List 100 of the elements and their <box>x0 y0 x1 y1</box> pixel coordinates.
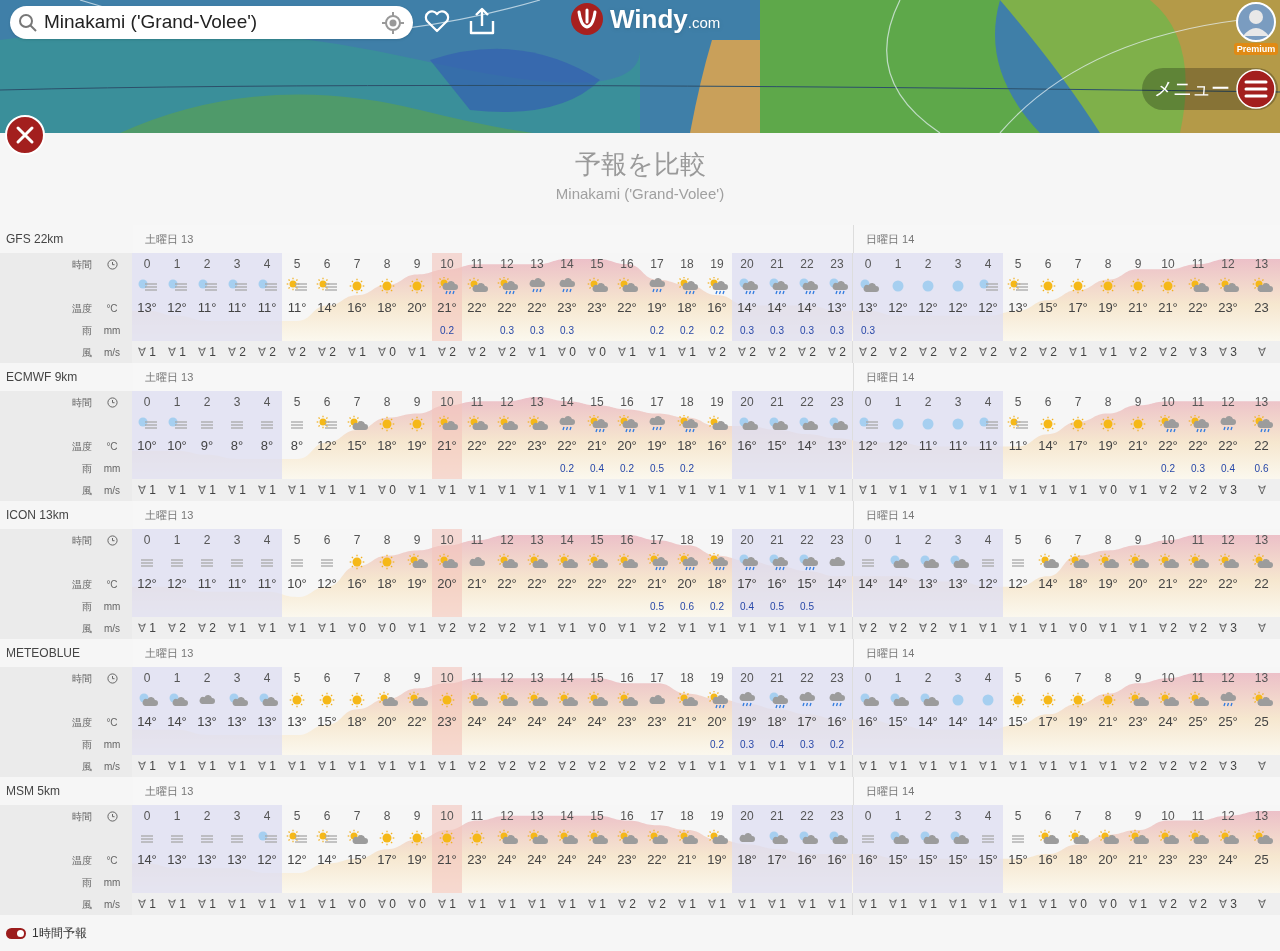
wind-speed: 1 <box>960 620 967 637</box>
hour-label: 23 <box>830 532 844 549</box>
wind-speed: 2 <box>930 620 937 637</box>
rain-amount: 0.2 <box>680 323 694 338</box>
unit-label: °C <box>106 853 118 868</box>
hour-label: 11 <box>1191 808 1205 825</box>
heart-icon[interactable] <box>424 10 450 34</box>
hour-label: 1 <box>173 256 181 273</box>
wind-arrow-icon <box>1069 347 1078 357</box>
wind-arrow-icon <box>859 761 868 771</box>
wind-arrow-icon <box>378 623 387 633</box>
temperature: 22° <box>527 575 547 594</box>
search-field[interactable]: Minakami ('Grand-Volee') <box>10 6 413 39</box>
hour-label: 7 <box>1074 808 1082 825</box>
unit-label: °C <box>106 439 118 454</box>
temperature: 16° <box>827 713 847 732</box>
row-label: 風 <box>82 483 92 498</box>
rain-amount: 0.3 <box>530 323 544 338</box>
wind-arrow-icon <box>378 347 387 357</box>
wind-speed: 1 <box>209 482 216 499</box>
wind-arrow-icon <box>258 623 267 633</box>
wind-arrow-icon <box>348 485 357 495</box>
share-icon[interactable] <box>468 6 496 36</box>
temperature: 22 <box>1254 437 1269 456</box>
wind-speed: 2 <box>1140 758 1147 775</box>
wind-arrow-icon <box>1189 899 1198 909</box>
sun-cloud-icon <box>496 691 518 709</box>
close-button[interactable] <box>5 115 45 155</box>
sun-cloud-icon <box>616 829 638 847</box>
row-label: 雨 <box>82 599 92 614</box>
wind-speed: 1 <box>1020 482 1027 499</box>
hourly-toggle[interactable] <box>6 927 26 939</box>
hour-label: 5 <box>1014 256 1022 273</box>
wind-speed: 1 <box>839 620 846 637</box>
temperature: 22° <box>617 299 637 318</box>
wind-speed: 2 <box>1140 344 1147 361</box>
temperature: 13° <box>137 299 157 318</box>
wind-speed: 1 <box>449 758 456 775</box>
temperature: 22° <box>407 713 427 732</box>
day-label: 日曜日 14 <box>866 231 915 247</box>
menu-button[interactable]: メニュー <box>1142 68 1278 110</box>
wind-speed: 1 <box>509 896 516 913</box>
temperature: 24° <box>587 851 607 870</box>
wind-speed: 1 <box>960 482 967 499</box>
day-label: 日曜日 14 <box>866 645 915 661</box>
wind-speed: 1 <box>419 482 426 499</box>
hour-label: 6 <box>323 532 331 549</box>
search-input[interactable]: Minakami ('Grand-Volee') <box>44 8 375 37</box>
day-label: 日曜日 14 <box>866 507 915 523</box>
wind-arrow-icon <box>228 623 237 633</box>
temperature: 24° <box>497 851 517 870</box>
temperature: 17° <box>767 851 787 870</box>
row-label: 時間 <box>72 671 92 686</box>
sun-cloud-icon <box>1157 553 1179 571</box>
wind-speed: 1 <box>299 482 306 499</box>
temperature: 14° <box>888 575 908 594</box>
avatar[interactable] <box>1236 2 1276 42</box>
wind-arrow-icon <box>318 485 327 495</box>
hour-label: 10 <box>1161 670 1175 687</box>
temperature: 23° <box>617 851 637 870</box>
temperature: 13° <box>197 713 217 732</box>
temperature: 20° <box>407 299 427 318</box>
wind-arrow-icon <box>438 347 447 357</box>
hour-label: 4 <box>263 808 271 825</box>
hour-label: 9 <box>413 256 421 273</box>
wind-speed: 0 <box>389 482 396 499</box>
hour-label: 1 <box>894 532 902 549</box>
hour-label: 1 <box>894 394 902 411</box>
unit-label: mm <box>103 461 121 476</box>
hour-label: 3 <box>233 532 241 549</box>
hour-label: 3 <box>954 808 962 825</box>
sun-cloud-icon <box>526 415 548 433</box>
wind-arrow-icon <box>708 761 717 771</box>
wind-speed: 1 <box>809 620 816 637</box>
wind-arrow-icon <box>558 761 567 771</box>
wind-arrow-icon <box>949 761 958 771</box>
hour-label: 12 <box>500 394 514 411</box>
sun-cloud-icon <box>1250 553 1273 571</box>
wind-speed: 1 <box>779 896 786 913</box>
locate-icon[interactable] <box>381 10 405 35</box>
temperature: 22° <box>467 437 487 456</box>
wind-speed: 2 <box>1200 896 1207 913</box>
sun-cloud-icon <box>1187 553 1209 571</box>
temperature: 12° <box>167 299 187 318</box>
wind-arrow-icon <box>648 623 657 633</box>
hour-label: 15 <box>590 394 604 411</box>
temperature: 16° <box>767 575 787 594</box>
wind-arrow-icon <box>288 761 297 771</box>
wind-speed: 1 <box>839 758 846 775</box>
wind-speed: 1 <box>419 758 426 775</box>
sun-cloud-icon <box>556 691 578 709</box>
sun-cloud-icon <box>526 553 548 571</box>
wind-speed: 1 <box>809 758 816 775</box>
wind-arrow-icon <box>1009 485 1018 495</box>
wind-speed: 1 <box>779 482 786 499</box>
temperature: 18° <box>677 299 697 318</box>
temperature: 16° <box>347 575 367 594</box>
wind-speed: 1 <box>269 896 276 913</box>
wind-arrow-icon <box>678 761 687 771</box>
wind-speed: 1 <box>990 482 997 499</box>
